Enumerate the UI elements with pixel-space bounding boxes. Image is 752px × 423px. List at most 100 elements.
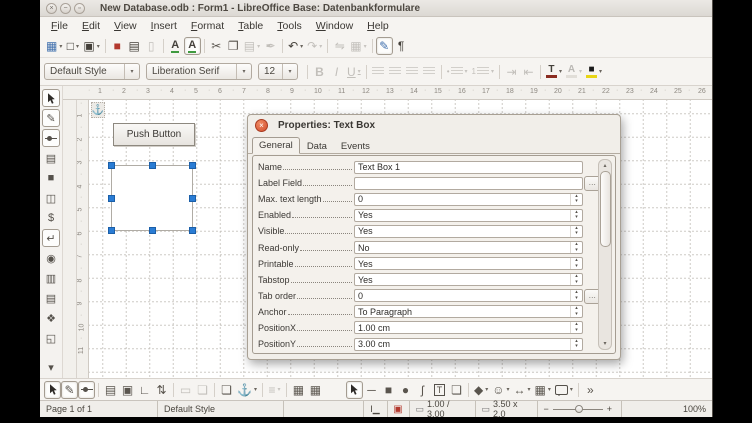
align-left-button[interactable] <box>370 63 387 81</box>
insert-text-box-button[interactable]: T <box>431 381 448 399</box>
tab-order-input[interactable]: 0 ▴▾ <box>354 289 583 302</box>
spinner[interactable]: ▴▾ <box>570 322 582 333</box>
chevron-down-icon[interactable]: ▾ <box>236 64 251 79</box>
display-grid-button[interactable]: ▦ <box>290 381 307 399</box>
insert-line-button[interactable]: ─ <box>363 381 380 399</box>
zoom-track[interactable] <box>553 409 603 410</box>
font-name-combo[interactable]: Liberation Serif ▾ <box>146 63 252 80</box>
insert-table-button[interactable]: ▦▾ <box>348 37 368 55</box>
label-field-tool[interactable]: ▤ <box>42 149 60 167</box>
increase-indent-button[interactable]: ⇥ <box>503 63 520 81</box>
tabstop-select[interactable]: Yes ▴▾ <box>354 273 583 286</box>
selection-handle[interactable] <box>149 227 156 234</box>
form-wizards-toggle[interactable] <box>42 129 60 147</box>
spinner[interactable]: ▴▾ <box>570 306 582 317</box>
horizontal-ruler[interactable]: 1·2·3·4·5·6·7·8·9·10·11·12·13·14·15·16·1… <box>63 86 712 100</box>
spinner[interactable]: ▴▾ <box>570 339 582 350</box>
menu-tools[interactable]: Tools <box>270 18 309 34</box>
design-mode-button[interactable]: ✎ <box>376 37 393 55</box>
list-box-tool[interactable]: ▥ <box>42 269 60 287</box>
form-canvas[interactable]: ⚓ Push Button <box>89 100 712 378</box>
name-input[interactable]: Text Box 1 <box>354 161 583 174</box>
flowchart-button[interactable]: ▦▾ <box>533 381 553 399</box>
read-only-select[interactable]: No ▴▾ <box>354 241 583 254</box>
menu-format[interactable]: Format <box>184 18 231 34</box>
page-style-indicator[interactable]: Default Style <box>158 401 284 417</box>
spinner[interactable]: ▴▾ <box>570 258 582 269</box>
decrease-indent-button[interactable]: ⇤ <box>520 63 537 81</box>
form-properties-button[interactable]: ▣ <box>119 381 136 399</box>
option-button-tool[interactable]: ◉ <box>42 249 60 267</box>
chevron-down-icon[interactable]: ▾ <box>124 64 139 79</box>
background-color-button[interactable]: ■ ▾ <box>584 63 604 81</box>
design-mode-toggle[interactable]: ✎ <box>61 381 78 399</box>
highlight-color-button[interactable]: A ▾ <box>564 63 584 81</box>
zoom-slider[interactable]: − + <box>538 401 622 417</box>
insert-ellipse-button[interactable]: ● <box>397 381 414 399</box>
zoom-percent[interactable]: 100% <box>622 401 713 417</box>
numbered-list-button[interactable]: 1▾ <box>470 63 496 81</box>
block-arrows-button[interactable]: ↔▾ <box>512 381 533 399</box>
text-box-tool[interactable]: ◫ <box>42 189 60 207</box>
menu-help[interactable]: Help <box>360 18 396 34</box>
max-text-length-input[interactable]: 0 ▴▾ <box>354 193 583 206</box>
underline-button[interactable]: U▾ <box>345 63 363 81</box>
font-size-combo[interactable]: 12 ▾ <box>258 63 298 80</box>
menu-edit[interactable]: Edit <box>75 18 107 34</box>
spinner[interactable]: ▴▾ <box>570 274 582 285</box>
push-button-control[interactable]: Push Button <box>113 123 195 146</box>
select-button[interactable] <box>44 381 61 399</box>
selection-handle[interactable] <box>108 195 115 202</box>
align-right-button[interactable] <box>404 63 421 81</box>
anchor-select[interactable]: To Paragraph ▴▾ <box>354 305 583 318</box>
spinner[interactable]: ▴▾ <box>570 194 582 205</box>
window-minimize-button[interactable]: − <box>60 3 71 14</box>
callouts-button[interactable]: ▾ <box>553 381 575 399</box>
insert-rectangle-button[interactable]: ■ <box>380 381 397 399</box>
redo-button[interactable]: ↷▾ <box>305 37 324 55</box>
menu-window[interactable]: Window <box>309 18 360 34</box>
document-modified-indicator[interactable]: ▣ <box>388 401 410 417</box>
change-anchor-button[interactable]: ⚓▾ <box>235 381 259 399</box>
cut-button[interactable]: ✂ <box>208 37 225 55</box>
dialog-scrollbar[interactable]: ▴ ▾ <box>598 159 612 350</box>
window-maximize-button[interactable]: ▫ <box>74 3 85 14</box>
undo-button[interactable]: ↶▾ <box>286 37 305 55</box>
paragraph-style-combo[interactable]: Default Style ▾ <box>44 63 140 80</box>
formatted-field-tool[interactable]: $ <box>42 209 60 227</box>
selection-handle[interactable] <box>189 162 196 169</box>
copy-button[interactable]: ❐ <box>225 37 242 55</box>
more-controls-tool[interactable]: ◱ <box>42 329 60 347</box>
selection-handle[interactable] <box>189 195 196 202</box>
font-color-button[interactable]: T ▾ <box>544 63 564 81</box>
open-button[interactable]: □▾ <box>64 37 81 55</box>
scrollbar-thumb[interactable] <box>600 171 611 247</box>
toolbox-scroll-down[interactable]: ▾ <box>42 358 60 376</box>
zoom-knob[interactable] <box>575 405 583 413</box>
insert-frame-button[interactable]: ❏ <box>448 381 465 399</box>
selection-handle[interactable] <box>108 162 115 169</box>
enabled-select[interactable]: Yes ▴▾ <box>354 209 583 222</box>
print-preview-button[interactable]: ▯ <box>143 37 160 55</box>
chevron-down-icon[interactable]: ▾ <box>282 64 297 79</box>
push-button-tool[interactable]: ↵ <box>42 229 60 247</box>
position-size-button[interactable]: ∟ <box>136 381 153 399</box>
selection-handle[interactable] <box>108 227 115 234</box>
label-field-input[interactable] <box>354 177 583 190</box>
vertical-ruler[interactable]: 1·2·3·4·5·6·7·8·9·10·11· <box>76 100 89 378</box>
spelling-button[interactable]: A <box>167 37 184 55</box>
dialog-titlebar[interactable]: × Properties: Text Box <box>248 115 620 136</box>
insert-field-button[interactable]: ⇋ <box>331 37 348 55</box>
form-navigator-button[interactable]: ▤ <box>102 381 119 399</box>
add-field-button[interactable]: ▭ <box>177 381 194 399</box>
export-pdf-button[interactable]: ■ <box>109 37 126 55</box>
tab-data[interactable]: Data <box>300 138 334 154</box>
selected-text-box-control[interactable] <box>111 165 193 231</box>
dialog-close-button[interactable]: × <box>255 119 268 132</box>
spinner[interactable]: ▴▾ <box>570 242 582 253</box>
bullet-list-button[interactable]: •▾ <box>445 63 470 81</box>
menu-insert[interactable]: Insert <box>144 18 184 34</box>
select-tool[interactable] <box>42 89 60 107</box>
image-control-tool[interactable]: ❖ <box>42 309 60 327</box>
symbol-shapes-button[interactable]: ☺▾ <box>490 381 511 399</box>
